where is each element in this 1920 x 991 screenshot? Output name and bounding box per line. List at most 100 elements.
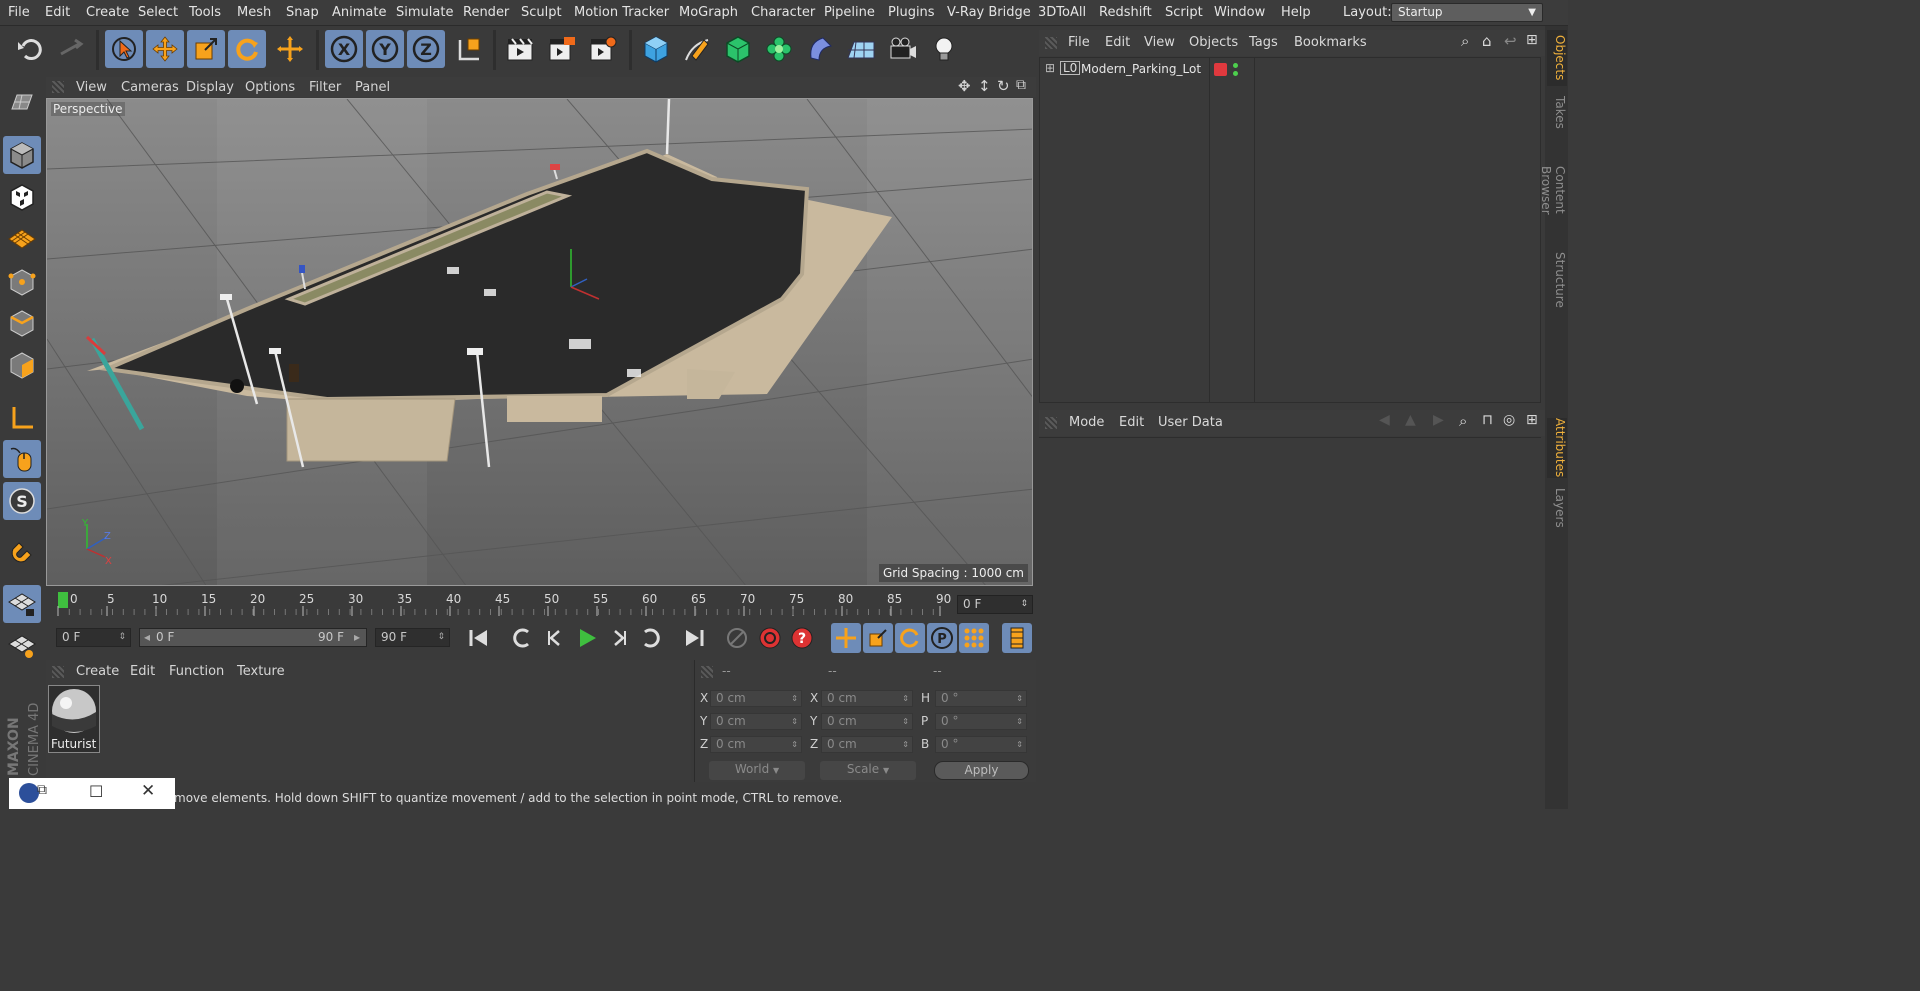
nav-up-icon[interactable]: ▲ xyxy=(1405,412,1416,428)
stepper-icon[interactable]: ⇕ xyxy=(1016,691,1023,706)
panel-grip[interactable] xyxy=(1045,37,1057,49)
objects-menu-edit[interactable]: Edit xyxy=(1105,35,1130,50)
edges-mode-button[interactable] xyxy=(3,304,41,342)
expand-icon[interactable]: ⊞ xyxy=(1045,61,1055,75)
menu-edit[interactable]: Edit xyxy=(45,5,70,20)
keyframe-selection-button[interactable]: ? xyxy=(787,623,817,653)
pen-spline-button[interactable] xyxy=(678,30,716,68)
menu-tools[interactable]: Tools xyxy=(189,5,221,20)
panel-grip[interactable] xyxy=(52,81,64,93)
tweak-mode-button[interactable] xyxy=(3,440,41,478)
menu-create[interactable]: Create xyxy=(86,5,129,20)
menu-help[interactable]: Help xyxy=(1281,5,1311,20)
add-cube-button[interactable] xyxy=(637,30,675,68)
enable-axis-button[interactable] xyxy=(3,399,41,437)
tab-structure[interactable]: Structure xyxy=(1547,250,1567,310)
menu-simulate[interactable]: Simulate xyxy=(396,5,453,20)
stepper-icon[interactable]: ⇕ xyxy=(1016,714,1023,729)
y-axis-lock-button[interactable]: Y xyxy=(366,30,404,68)
target-icon[interactable]: ◎ xyxy=(1503,412,1515,428)
nav-forward-icon[interactable]: ▶ xyxy=(1433,412,1444,428)
menu-file[interactable]: File xyxy=(8,5,30,20)
stepper-icon[interactable]: ⇕ xyxy=(902,691,909,706)
render-picture-viewer-button[interactable] xyxy=(543,30,581,68)
tab-layers[interactable]: Layers xyxy=(1547,486,1567,530)
model-mode-button[interactable] xyxy=(3,136,41,174)
previous-frame-button[interactable] xyxy=(540,623,570,653)
current-frame-field[interactable]: 0 F ⇕ xyxy=(957,595,1033,614)
object-row[interactable]: ⊞ L0 Modern_Parking_Lot xyxy=(1040,60,1540,80)
objects-menu-bookmarks[interactable]: Bookmarks xyxy=(1294,35,1367,50)
layer-color-swatch[interactable] xyxy=(1214,63,1227,76)
menu-mesh[interactable]: Mesh xyxy=(237,5,271,20)
make-editable-button[interactable] xyxy=(3,83,41,121)
menu-plugins[interactable]: Plugins xyxy=(888,5,935,20)
size-x-field[interactable]: 0 cm ⇕ xyxy=(821,690,913,707)
menu-motion-tracker[interactable]: Motion Tracker xyxy=(574,5,669,20)
attributes-menu-user-data[interactable]: User Data xyxy=(1158,415,1223,430)
coordinate-system-button[interactable] xyxy=(450,30,488,68)
stepper-icon[interactable]: ⇕ xyxy=(791,714,798,729)
polygons-mode-button[interactable] xyxy=(3,346,41,384)
planar-workplane-button[interactable] xyxy=(3,627,41,665)
attributes-menu-mode[interactable]: Mode xyxy=(1069,415,1104,430)
rot-b-field[interactable]: 0 ° ⇕ xyxy=(935,736,1027,753)
key-rotation-button[interactable] xyxy=(895,623,925,653)
key-scale-button[interactable] xyxy=(863,623,893,653)
autokeying-button[interactable] xyxy=(755,623,785,653)
rot-h-field[interactable]: 0 ° ⇕ xyxy=(935,690,1027,707)
pos-y-field[interactable]: 0 cm ⇕ xyxy=(710,713,802,730)
objects-menu-tags[interactable]: Tags xyxy=(1249,35,1278,50)
menu-redshift[interactable]: Redshift xyxy=(1099,5,1152,20)
end-frame-field[interactable]: 90 F ⇕ xyxy=(375,628,450,647)
floor-button[interactable] xyxy=(842,30,880,68)
search-icon[interactable]: ⌕ xyxy=(1461,32,1469,50)
camera-button[interactable] xyxy=(884,30,922,68)
panel-grip[interactable] xyxy=(52,666,64,678)
objects-menu-file[interactable]: File xyxy=(1068,35,1090,50)
texture-mode-button[interactable] xyxy=(3,178,41,216)
panel-grip[interactable] xyxy=(1045,417,1057,429)
rot-p-field[interactable]: 0 ° ⇕ xyxy=(935,713,1027,730)
nav-back-icon[interactable]: ◀ xyxy=(1379,412,1390,428)
material-menu-create[interactable]: Create xyxy=(76,664,119,679)
snap-button[interactable] xyxy=(3,533,41,571)
menu-snap[interactable]: Snap xyxy=(286,5,319,20)
viewport-move-icon[interactable]: ✥ xyxy=(958,77,971,95)
undo-button[interactable] xyxy=(11,30,49,68)
back-icon[interactable]: ↩ xyxy=(1504,32,1517,50)
scale-tool-button[interactable] xyxy=(187,30,225,68)
restore-icon[interactable]: ⧉ xyxy=(37,782,47,798)
key-point-level-button[interactable] xyxy=(959,623,989,653)
stepper-icon[interactable]: ⇕ xyxy=(437,629,445,646)
deformer-button[interactable] xyxy=(801,30,839,68)
coordinate-mode-dropdown[interactable]: World ▼ xyxy=(709,761,805,780)
maximize-icon[interactable]: ☐ xyxy=(89,782,103,801)
objects-menu-view[interactable]: View xyxy=(1144,35,1175,50)
solo-button[interactable]: S xyxy=(3,482,41,520)
objects-menu-objects[interactable]: Objects xyxy=(1189,35,1238,50)
points-mode-button[interactable] xyxy=(3,263,41,301)
menu-character[interactable]: Character xyxy=(751,5,815,20)
render-settings-button[interactable] xyxy=(584,30,622,68)
last-tool-button[interactable] xyxy=(271,30,309,68)
menu-vray-bridge[interactable]: V-Ray Bridge xyxy=(947,5,1031,20)
pos-x-field[interactable]: 0 cm ⇕ xyxy=(710,690,802,707)
menu-render[interactable]: Render xyxy=(463,5,509,20)
editor-visibility-dot[interactable] xyxy=(1233,63,1238,68)
perspective-viewport[interactable]: Y Z X Perspective Grid Spacing : 1000 cm xyxy=(46,98,1033,586)
frame-range-slider[interactable]: ◂ 0 F 90 F ▸ xyxy=(139,628,367,647)
viewport-menu-panel[interactable]: Panel xyxy=(355,80,390,95)
range-right-arrow-icon[interactable]: ▸ xyxy=(354,629,360,646)
timeline-ruler[interactable]: 0 5 10 15 20 25 30 35 40 45 50 55 60 65 … xyxy=(46,588,1036,620)
subdivision-surface-button[interactable] xyxy=(719,30,757,68)
record-active-objects-button[interactable] xyxy=(722,623,752,653)
menu-pipeline[interactable]: Pipeline xyxy=(824,5,875,20)
key-position-button[interactable] xyxy=(831,623,861,653)
start-frame-field[interactable]: 0 F ⇕ xyxy=(56,628,131,647)
move-tool-button[interactable] xyxy=(146,30,184,68)
workplane-mode-button[interactable] xyxy=(3,220,41,258)
menu-script[interactable]: Script xyxy=(1165,5,1203,20)
render-view-button[interactable] xyxy=(501,30,539,68)
menu-3dtoall[interactable]: 3DToAll xyxy=(1038,5,1086,20)
